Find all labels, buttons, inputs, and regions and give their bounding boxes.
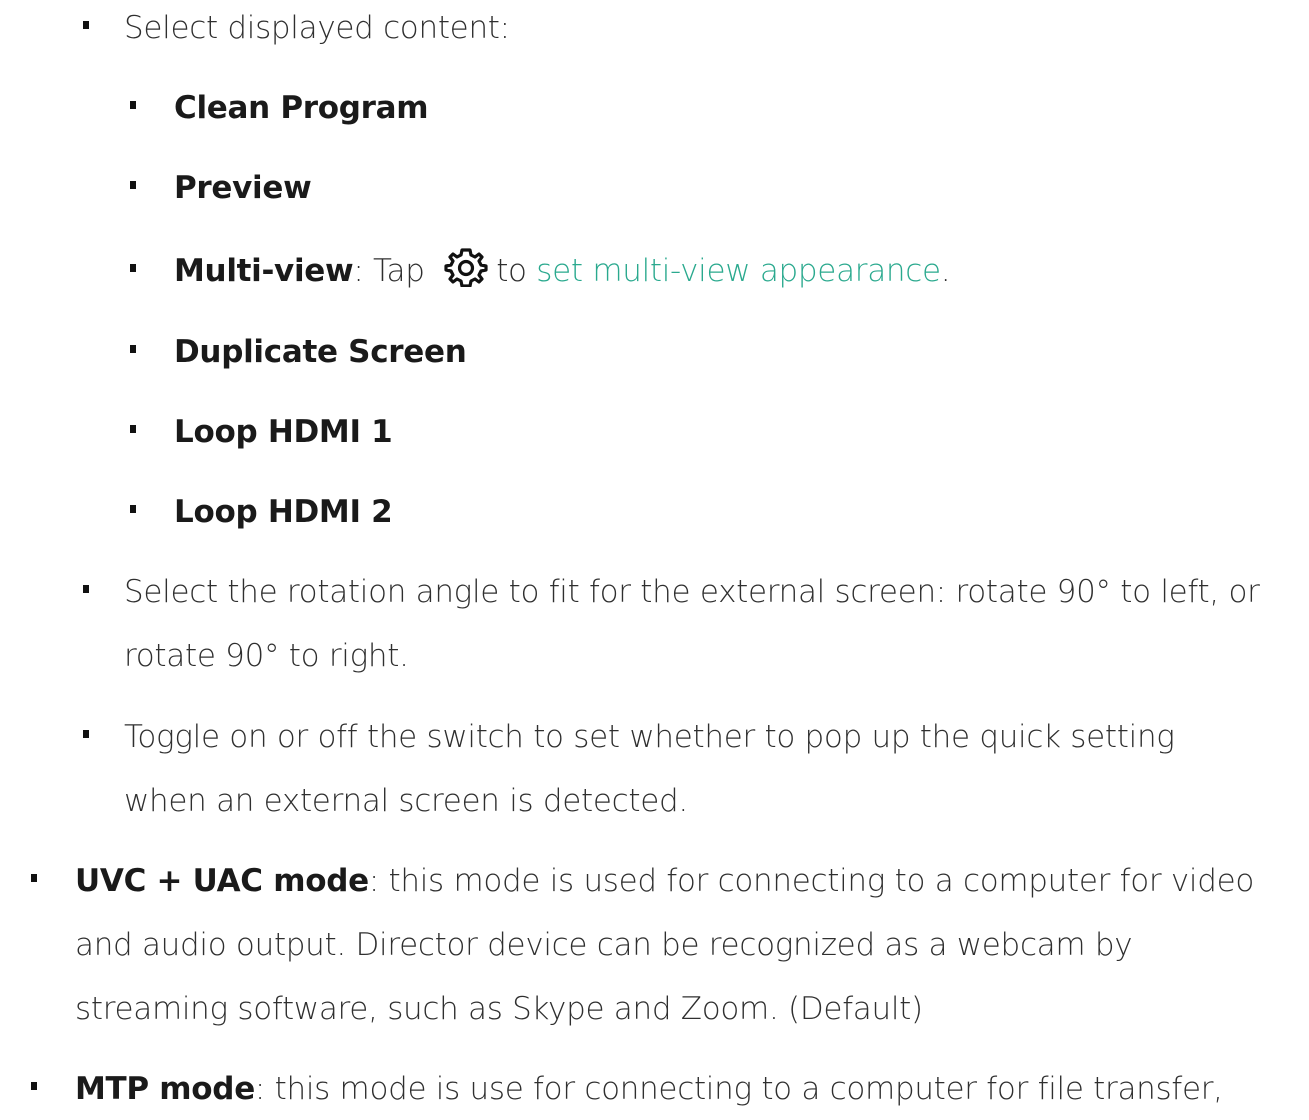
list-item-text: Loop HDMI 2	[174, 494, 393, 530]
list-item-text: Loop HDMI 1	[174, 414, 393, 450]
multiview-to-text: to	[496, 253, 527, 289]
bullet	[130, 181, 136, 189]
multiview-appearance-link[interactable]: set multi-view appearance	[536, 253, 941, 289]
list-item-text-line2: and audio output. Director device can be…	[75, 927, 1133, 963]
mtp-description: : this mode is use for connecting to a c…	[254, 1071, 1223, 1107]
bullet	[130, 505, 136, 513]
bullet	[130, 101, 136, 109]
period: .	[940, 253, 951, 289]
bullet	[83, 730, 89, 738]
list-item-text-line2: when an external screen is detected.	[124, 783, 688, 819]
bullet	[83, 21, 89, 29]
list-item-text: Duplicate Screen	[174, 334, 467, 370]
bullet	[31, 1082, 37, 1090]
list-item-text: Clean Program	[174, 90, 429, 126]
gear-icon[interactable]	[444, 247, 488, 287]
uvc-label: UVC + UAC mode	[75, 863, 369, 899]
list-item-text-line2: rotate 90° to right.	[124, 638, 409, 674]
list-item-text-line1: Toggle on or off the switch to set wheth…	[124, 719, 1175, 755]
multiview-tap-text: : Tap	[353, 253, 425, 289]
bullet	[130, 264, 136, 272]
list-item-text-line3: streaming software, such as Skype and Zo…	[75, 991, 923, 1027]
uvc-description: : this mode is used for connecting to a …	[368, 863, 1255, 899]
list-item-text: Preview	[174, 170, 312, 206]
mtp-label: MTP mode	[75, 1071, 255, 1107]
list-item-text: Multi-view: Tap to set multi-view appear…	[174, 240, 1289, 302]
bullet	[83, 585, 89, 593]
bullet	[130, 425, 136, 433]
list-item-text: Select displayed content:	[124, 10, 510, 46]
list-item-text-line1: UVC + UAC mode: this mode is used for co…	[75, 850, 1289, 912]
bullet	[31, 874, 37, 882]
list-item-text-line1: Select the rotation angle to fit for the…	[124, 574, 1260, 610]
multiview-label: Multi-view	[174, 253, 354, 289]
bullet	[130, 345, 136, 353]
list-item-text-line1: MTP mode: this mode is use for connectin…	[75, 1058, 1289, 1120]
